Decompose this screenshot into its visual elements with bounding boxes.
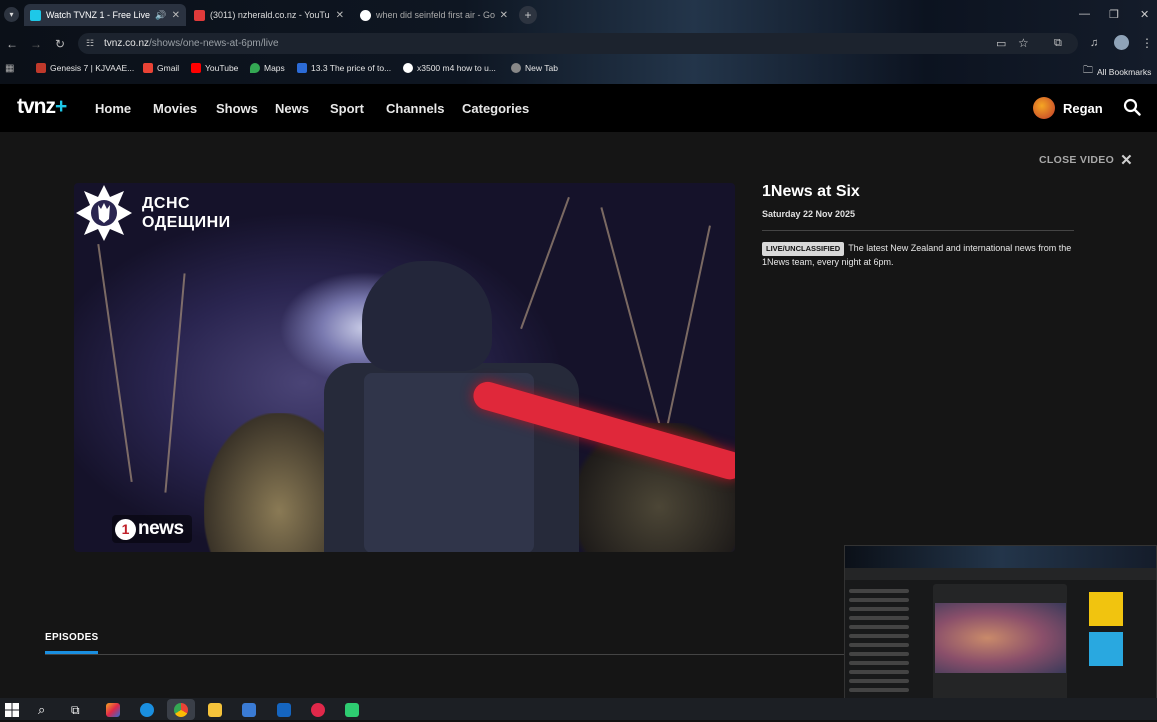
app-icon[interactable]	[311, 703, 325, 717]
bookmark-item[interactable]: Maps	[250, 63, 285, 73]
bookmark-item[interactable]: YouTube	[191, 63, 238, 73]
edge-icon[interactable]	[140, 703, 154, 717]
minimize-icon[interactable]: —	[1079, 8, 1090, 20]
cast-icon[interactable]: ▭	[996, 37, 1006, 50]
bookmark-item[interactable]: Genesis 7 | KJVAAE...	[36, 63, 134, 73]
reload-icon[interactable]: ↻	[55, 37, 65, 51]
program-title: 1News at Six	[762, 183, 860, 200]
folder-icon: 🗀	[1083, 65, 1093, 76]
store-icon[interactable]	[242, 703, 256, 717]
all-bookmarks[interactable]: 🗀 All Bookmarks	[1083, 63, 1151, 80]
nav-categories[interactable]: Categories	[462, 101, 529, 116]
1news-watermark: 1 news	[112, 515, 192, 543]
apps-grid-icon[interactable]: ▦	[5, 63, 14, 74]
close-video-button[interactable]: CLOSE VIDEO ✕	[1039, 151, 1133, 169]
nav-movies[interactable]: Movies	[153, 101, 197, 116]
browser-menu-icon[interactable]: ⋮	[1141, 36, 1153, 50]
nav-sport[interactable]: Sport	[330, 101, 364, 116]
site-info-icon[interactable]: ☷	[86, 38, 94, 49]
user-avatar[interactable]	[1033, 97, 1055, 119]
tab-close-icon[interactable]: ✕	[500, 10, 508, 21]
globe-icon	[511, 63, 521, 73]
window-close-icon[interactable]: ✕	[1140, 8, 1149, 21]
maps-icon	[250, 63, 260, 73]
program-description: LIVE/UNCLASSIFIED The latest New Zealand …	[762, 242, 1072, 267]
close-icon: ✕	[1120, 152, 1133, 169]
tab-youtube[interactable]: (3011) nzherald.co.nz - YouTub ✕	[188, 4, 350, 26]
search-icon[interactable]	[1123, 98, 1141, 116]
copilot-icon[interactable]	[106, 703, 120, 717]
chrome-icon[interactable]	[174, 703, 188, 717]
google-icon	[403, 63, 413, 73]
tab-episodes[interactable]: EPISODES	[45, 632, 99, 643]
program-date: Saturday 22 Nov 2025	[762, 209, 856, 219]
video-overlay-text: ДСНС ОДЕЩИНИ	[142, 195, 231, 231]
tab-title: (3011) nzherald.co.nz - YouTub	[210, 10, 330, 20]
file-explorer-icon[interactable]	[208, 703, 222, 717]
tab-title: Watch TVNZ 1 - Free Live T	[46, 10, 151, 20]
taskbar-search-icon[interactable]: ⌕	[38, 702, 45, 718]
maximize-icon[interactable]: ❐	[1109, 8, 1119, 21]
tab-google[interactable]: when did seinfeld first air - Goo ✕	[354, 4, 514, 26]
video-player[interactable]: ДСНС ОДЕЩИНИ 1 news	[74, 183, 735, 552]
nav-home[interactable]: Home	[95, 101, 131, 116]
tab-tvnz[interactable]: Watch TVNZ 1 - Free Live T 🔊 ✕	[24, 4, 186, 26]
bookmark-item[interactable]: x3500 m4 how to u...	[403, 63, 496, 73]
tvnz-logo[interactable]: tvnz+	[17, 95, 67, 119]
app-icon[interactable]	[345, 703, 359, 717]
user-name[interactable]: Regan	[1063, 101, 1103, 116]
profile-avatar[interactable]	[1114, 35, 1129, 50]
tvnz-favicon-icon	[30, 9, 41, 21]
youtube-favicon-icon	[194, 9, 205, 21]
window-thumbnail-preview[interactable]	[844, 545, 1157, 717]
outlook-icon[interactable]	[277, 703, 291, 717]
forward-icon[interactable]: →	[30, 37, 42, 51]
gmail-icon	[143, 63, 153, 73]
bookmark-item[interactable]: New Tab	[511, 63, 558, 73]
extensions-icon[interactable]: ⧉	[1054, 37, 1062, 50]
tab-title: when did seinfeld first air - Goo	[376, 10, 495, 20]
nav-shows[interactable]: Shows	[216, 101, 258, 116]
youtube-icon	[191, 63, 201, 73]
url-text: tvnz.co.nz/shows/one-news-at-6pm/live	[104, 38, 279, 49]
divider	[762, 230, 1074, 231]
back-icon[interactable]: ←	[6, 37, 18, 51]
nav-channels[interactable]: Channels	[386, 101, 445, 116]
dsns-emblem-icon	[76, 185, 132, 241]
bookmark-icon	[36, 63, 46, 73]
bookmark-item[interactable]: Gmail	[143, 63, 179, 73]
bookmark-item[interactable]: 13.3 The price of to...	[297, 63, 391, 73]
media-control-icon[interactable]: ♫	[1090, 37, 1098, 49]
classification-badge: LIVE/UNCLASSIFIED	[762, 242, 845, 256]
video-overlay-logo: ДСНС ОДЕЩИНИ	[74, 183, 231, 243]
tab-search-button[interactable]: ▾	[4, 7, 19, 22]
windows-start-icon[interactable]	[5, 703, 19, 717]
google-favicon-icon	[360, 9, 371, 21]
task-view-icon[interactable]: ⧉	[71, 703, 80, 718]
nav-news[interactable]: News	[275, 101, 309, 116]
bookmark-icon	[297, 63, 307, 73]
tab-close-icon[interactable]: ✕	[172, 10, 180, 21]
bookmark-star-icon[interactable]: ☆	[1018, 36, 1029, 50]
tab-close-icon[interactable]: ✕	[336, 10, 344, 21]
new-tab-button[interactable]: +	[519, 6, 537, 24]
speaker-icon: 🔊	[155, 9, 167, 20]
